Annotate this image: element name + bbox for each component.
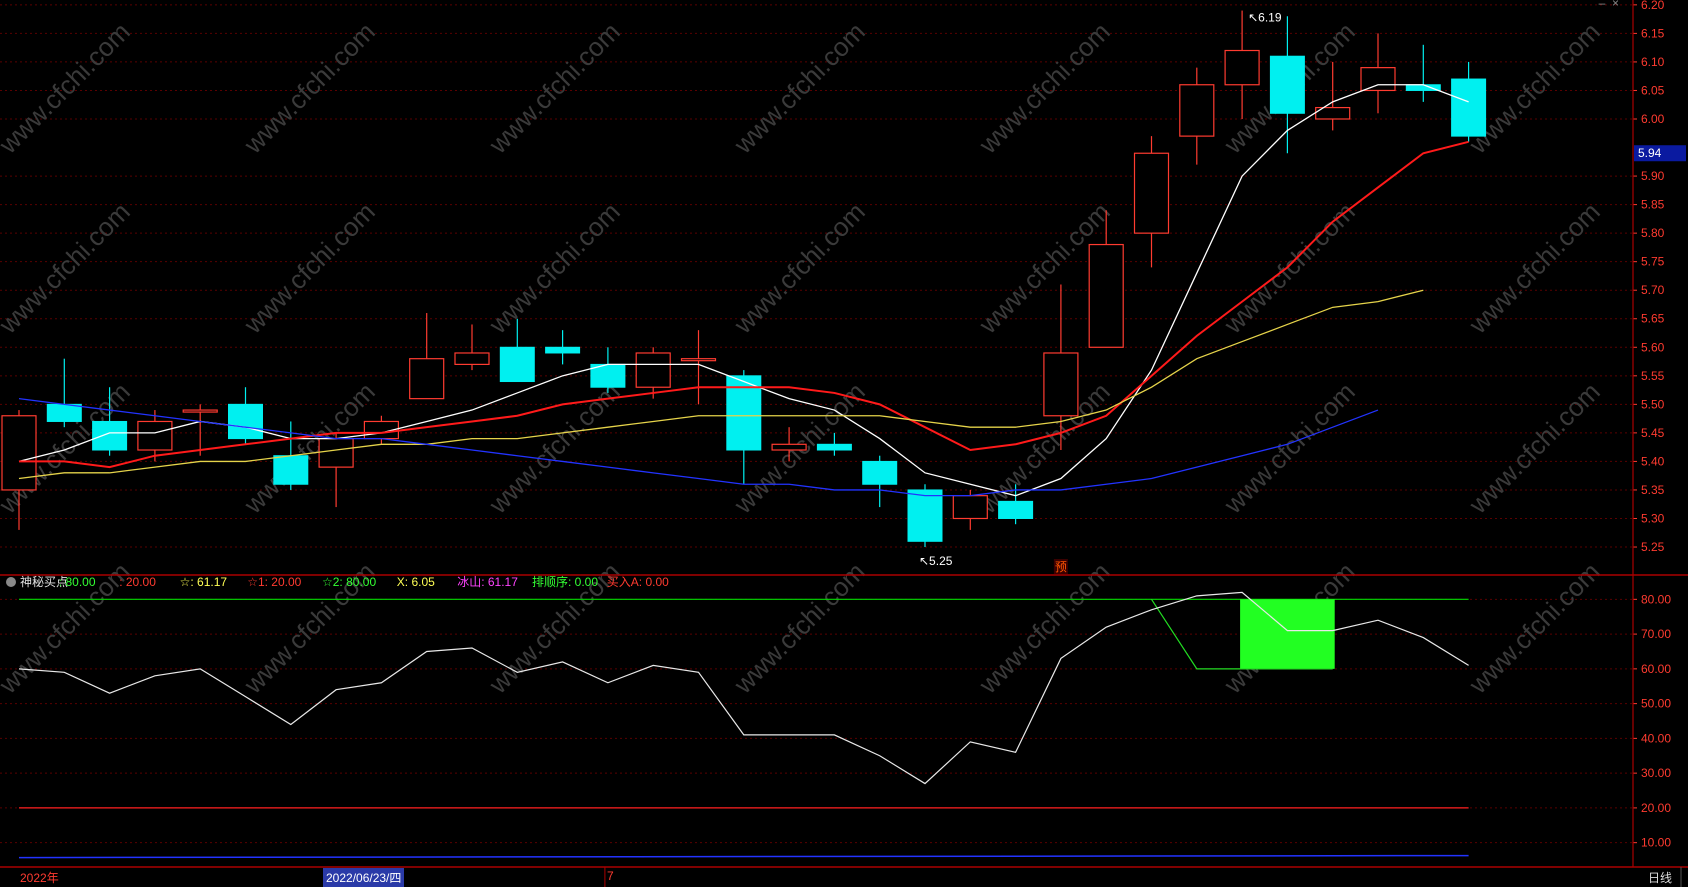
- candle-body-up: [1043, 352, 1079, 417]
- low-price-marker: ↖5.25: [919, 554, 953, 568]
- candle-body-up: [635, 352, 671, 388]
- candle-body-down: [816, 443, 852, 451]
- candle-body-down: [273, 455, 309, 485]
- period-tab-daily[interactable]: 日线: [1648, 869, 1672, 886]
- price-tick-label: 5.85: [1641, 198, 1665, 212]
- indicator-tick-label: 80.00: [1641, 592, 1671, 606]
- price-tick-label: 5.45: [1641, 426, 1665, 440]
- bottom-bar: 2022年 2022/06/23/四 7 日线: [0, 868, 1688, 887]
- candle-body-up: [318, 437, 354, 468]
- candle-body-up: [1224, 49, 1260, 86]
- price-tick-label: 5.35: [1641, 483, 1665, 497]
- candle-body-down: [499, 346, 535, 383]
- indicator-legend-item: 排顺序: 0.00: [532, 574, 598, 589]
- candle-body-up: [1, 415, 37, 491]
- indicator-tick-label: 40.00: [1641, 731, 1671, 745]
- candle-body-up: [137, 420, 173, 451]
- indicator-legend-item: : 80.00: [59, 575, 96, 589]
- indicator-tick-label: 10.00: [1641, 836, 1671, 850]
- yu-marker: 预: [1055, 560, 1067, 574]
- candle-body-up: [952, 495, 988, 520]
- candle-body-down: [907, 489, 943, 542]
- price-tick-label: 5.65: [1641, 312, 1665, 326]
- collapse-icon: [6, 577, 16, 587]
- month-marker: 7: [607, 869, 614, 883]
- candle-body-up: [454, 352, 490, 365]
- price-tick-label: 5.60: [1641, 340, 1665, 354]
- indicator-tick-label: 70.00: [1641, 627, 1671, 641]
- top-right-controls: – ×: [1599, 0, 1622, 10]
- stock-chart[interactable]: www.cfchi.com www.cfchi.com www.cfchi.com w…: [0, 0, 1688, 887]
- candle-body-down: [862, 460, 898, 485]
- price-tick-label: 5.55: [1641, 369, 1665, 383]
- price-tick-label: 6.05: [1641, 83, 1665, 97]
- candle-body-down: [228, 403, 263, 440]
- candle-body-up: [409, 358, 445, 400]
- candle-body-up: [680, 358, 717, 362]
- indicator-tick-label: 50.00: [1641, 697, 1671, 711]
- indicator-legend-item: ☆1: 20.00: [247, 575, 301, 589]
- price-tick-label: 5.25: [1641, 540, 1665, 554]
- price-tick-label: 5.50: [1641, 397, 1665, 411]
- candle-body-up: [182, 409, 218, 413]
- price-tick-label: 5.70: [1641, 283, 1665, 297]
- indicator-legend-item: : 20.00: [119, 575, 156, 589]
- candle-body-down: [545, 346, 581, 354]
- price-tick-label: 5.40: [1641, 454, 1665, 468]
- buy-signal-block: [1240, 599, 1335, 669]
- price-tick-label: 5.80: [1641, 226, 1665, 240]
- indicator-legend-item: ☆2: 80.00: [322, 575, 376, 589]
- candle-body-down: [998, 500, 1034, 519]
- price-tick-label: 6.00: [1641, 112, 1665, 126]
- date-cursor-label: 2022/06/23/四: [323, 868, 405, 887]
- indicator-legend-item: ☆: 61.17: [180, 575, 228, 589]
- indicator-legend-item: 买入A: 0.00: [607, 575, 669, 589]
- price-tick-label: 5.90: [1641, 169, 1665, 183]
- indicator-legend-item: X: 6.05: [397, 575, 435, 589]
- candle-body-down: [92, 420, 128, 451]
- high-price-marker: ↖6.19: [1248, 11, 1282, 25]
- year-label: 2022年: [20, 871, 59, 885]
- current-price-label: 5.94: [1638, 146, 1662, 160]
- minimize-icon[interactable]: –: [1599, 0, 1609, 10]
- price-tick-label: 5.75: [1641, 255, 1665, 269]
- price-tick-label: 6.10: [1641, 55, 1665, 69]
- indicator-tick-label: 20.00: [1641, 801, 1671, 815]
- price-tick-label: 6.20: [1641, 0, 1665, 12]
- indicator-legend-item: 冰山: 61.17: [457, 575, 518, 589]
- candle-body-up: [1360, 67, 1396, 92]
- indicator-tick-label: 30.00: [1641, 766, 1671, 780]
- price-tick-label: 5.30: [1641, 511, 1665, 525]
- price-tick-label: 6.15: [1641, 26, 1665, 40]
- candle-body-down: [1451, 78, 1487, 137]
- candle-body-up: [771, 443, 807, 451]
- candle-body-down: [1269, 55, 1305, 114]
- indicator-tick-label: 60.00: [1641, 662, 1671, 676]
- candle-body-up: [1088, 243, 1124, 348]
- close-icon[interactable]: ×: [1612, 0, 1622, 10]
- candle-body-up: [1133, 152, 1170, 234]
- candle-body-up: [1179, 84, 1215, 137]
- candle-body-down: [46, 403, 82, 422]
